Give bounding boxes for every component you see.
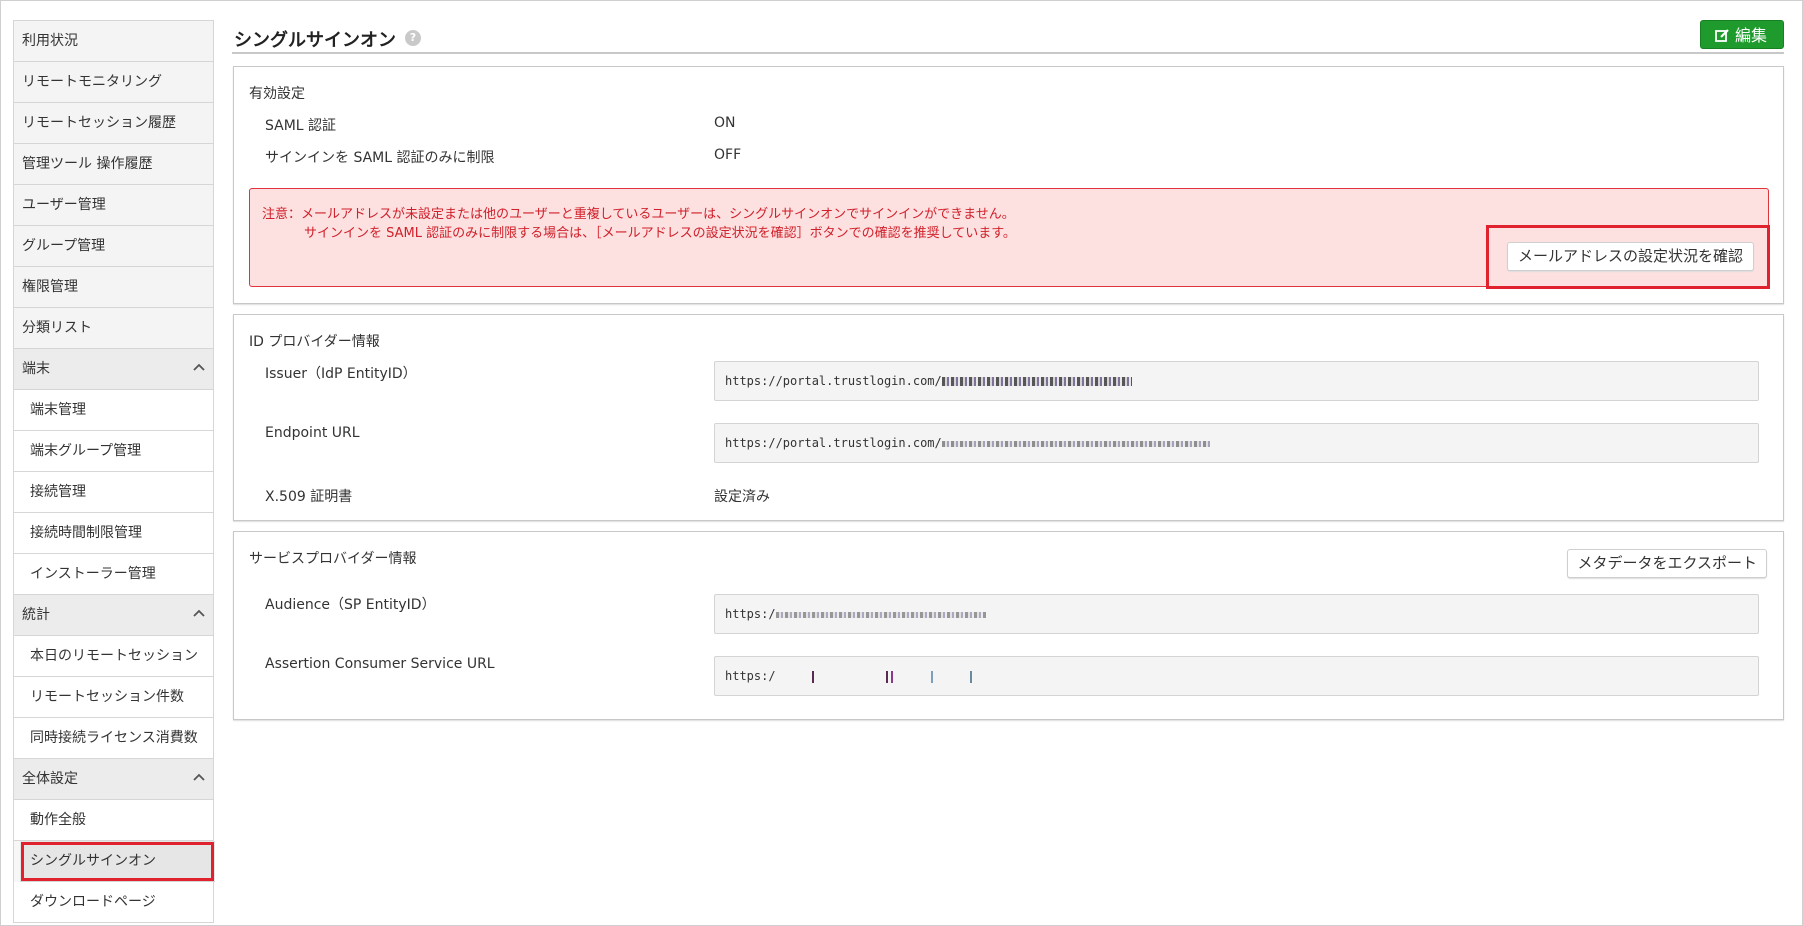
enable-settings-panel: 有効設定 SAML 認証 ON サインインを SAML 認証のみに制限 OFF … [233,66,1784,304]
sidebar-item-admin-tool-history[interactable]: 管理ツール 操作履歴 [14,144,213,185]
sidebar-group-label: 端末 [22,361,50,377]
redacted-text [776,670,996,684]
endpoint-field[interactable]: https://portal.trustlogin.com/ [714,423,1759,463]
redacted-text [941,377,1132,386]
acs-field[interactable]: https:/ [714,656,1759,696]
sidebar-item-terminal-management[interactable]: 端末管理 [14,390,213,431]
section-title: サービスプロバイダー情報 [249,551,417,567]
sidebar-nav: 利用状況 リモートモニタリング リモートセッション履歴 管理ツール 操作履歴 ユ… [13,20,215,923]
idp-info-panel: ID プロバイダー情報 Issuer（IdP EntityID） https:/… [233,314,1784,521]
certificate-value: 設定済み [714,489,770,505]
sidebar-item-session-count[interactable]: リモートセッション件数 [14,677,213,718]
sidebar-item-terminal-group-management[interactable]: 端末グループ管理 [14,431,213,472]
sidebar-item-general-behavior[interactable]: 動作全般 [14,800,213,841]
check-email-settings-button[interactable]: メールアドレスの設定状況を確認 [1506,242,1754,271]
audience-field[interactable]: https:/ [714,594,1759,634]
sidebar-group-terminal[interactable]: 端末 [14,349,213,390]
page-title: シングルサインオン [234,30,396,51]
issuer-field[interactable]: https://portal.trustlogin.com/ [714,361,1759,401]
issuer-label: Issuer（IdP EntityID） [265,366,417,382]
warning-text-line1: 注意：メールアドレスが未設定または他のユーザーと重複しているユーザーは、シングル… [262,207,1015,222]
section-title: 有効設定 [249,86,305,102]
issuer-value: https://portal.trustlogin.com/ [725,374,942,388]
warning-notice: 注意：メールアドレスが未設定または他のユーザーと重複しているユーザーは、シングル… [249,188,1770,289]
saml-auth-label: SAML 認証 [265,118,337,134]
saml-auth-value: ON [714,115,736,131]
redacted-text [775,611,986,618]
edit-icon [1715,29,1729,42]
endpoint-label: Endpoint URL [265,425,360,441]
sp-info-panel: サービスプロバイダー情報 メタデータをエクスポート Audience（SP En… [233,531,1784,720]
edit-button[interactable]: 編集 [1700,20,1784,49]
warning-text-line2: サインインを SAML 認証のみに制限する場合は、［メールアドレスの設定状況を確… [304,226,1016,241]
sidebar-item-usage[interactable]: 利用状況 [14,21,213,62]
sidebar-item-installer-management[interactable]: インストーラー管理 [14,554,213,595]
help-icon[interactable]: ? [405,30,421,46]
endpoint-value: https://portal.trustlogin.com/ [725,436,942,450]
acs-value: https:/ [725,669,776,683]
acs-label: Assertion Consumer Service URL [265,656,495,672]
sidebar-group-label: 統計 [22,607,50,623]
sidebar-item-remote-session-history[interactable]: リモートセッション履歴 [14,103,213,144]
sidebar-item-today-sessions[interactable]: 本日のリモートセッション [14,636,213,677]
sidebar-group-global-settings[interactable]: 全体設定 [14,759,213,800]
sidebar-item-category-list[interactable]: 分類リスト [14,308,213,349]
saml-only-value: OFF [714,147,742,163]
edit-button-label: 編集 [1735,26,1768,45]
page-header: シングルサインオン ? 編集 [232,20,1784,54]
chevron-up-icon [193,609,205,617]
sidebar-item-connection-management[interactable]: 接続管理 [14,472,213,513]
audience-label: Audience（SP EntityID） [265,597,436,613]
section-title: ID プロバイダー情報 [249,334,380,350]
sidebar-item-download-page[interactable]: ダウンロードページ [14,882,213,923]
chevron-up-icon [193,773,205,781]
sidebar-item-remote-monitoring[interactable]: リモートモニタリング [14,62,213,103]
sidebar-item-user-management[interactable]: ユーザー管理 [14,185,213,226]
sidebar-item-license-consumption[interactable]: 同時接続ライセンス消費数 [14,718,213,759]
sidebar-group-label: 全体設定 [22,771,78,787]
sidebar-group-statistics[interactable]: 統計 [14,595,213,636]
audience-value: https:/ [725,607,776,621]
sidebar-item-permission-management[interactable]: 権限管理 [14,267,213,308]
redacted-text [941,440,1210,447]
sidebar-item-group-management[interactable]: グループ管理 [14,226,213,267]
saml-only-label: サインインを SAML 認証のみに制限 [265,150,495,166]
sidebar-item-single-sign-on[interactable]: シングルサインオン [20,841,215,882]
sidebar-item-connection-time-limit[interactable]: 接続時間制限管理 [14,513,213,554]
export-metadata-button[interactable]: メタデータをエクスポート [1567,549,1767,578]
certificate-label: X.509 証明書 [265,489,353,505]
chevron-up-icon [193,363,205,371]
